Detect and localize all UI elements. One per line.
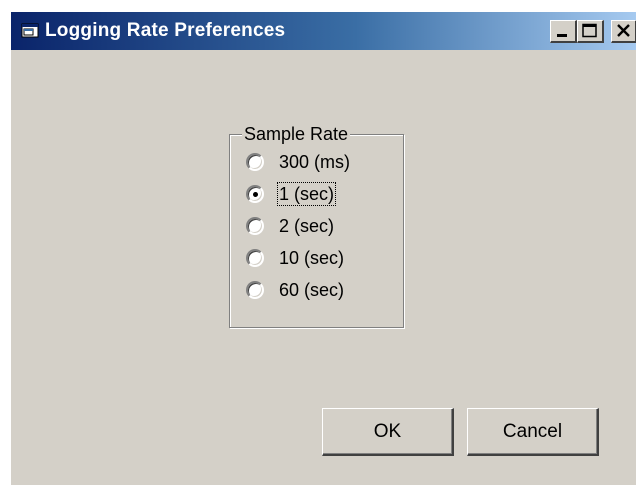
radio-button[interactable] [246, 281, 264, 299]
minimize-icon [557, 34, 567, 37]
window-title: Logging Rate Preferences [45, 20, 286, 41]
close-button[interactable] [611, 20, 636, 43]
cancel-button[interactable]: Cancel [467, 408, 599, 456]
radio-option-60sec[interactable]: 60 (sec) [246, 278, 396, 302]
radio-option-2sec[interactable]: 2 (sec) [246, 214, 396, 238]
app-window-icon [21, 23, 39, 38]
radio-selected-dot [253, 192, 258, 197]
radio-label[interactable]: 10 (sec) [279, 248, 344, 268]
sample-rate-group: Sample Rate 300 (ms) 1 (sec) 2 (sec) 10 … [229, 124, 404, 328]
radio-button-selected[interactable] [246, 185, 264, 203]
maximize-icon [582, 23, 597, 38]
radio-label[interactable]: 2 (sec) [279, 216, 334, 236]
close-icon [617, 24, 630, 37]
radio-option-10sec[interactable]: 10 (sec) [246, 246, 396, 270]
dialog-window: Logging Rate Preferences Sample Rate 300… [10, 11, 636, 485]
radio-button[interactable] [246, 153, 264, 171]
ok-button[interactable]: OK [322, 408, 454, 456]
title-bar[interactable]: Logging Rate Preferences [11, 12, 636, 50]
radio-option-300ms[interactable]: 300 (ms) [246, 150, 396, 174]
sample-rate-legend: Sample Rate [242, 124, 351, 144]
radio-option-1sec[interactable]: 1 (sec) [246, 182, 396, 206]
radio-label[interactable]: 60 (sec) [279, 280, 344, 300]
minimize-button[interactable] [550, 20, 577, 43]
radio-label[interactable]: 300 (ms) [279, 152, 350, 172]
radio-label[interactable]: 1 (sec) [276, 182, 337, 206]
radio-button[interactable] [246, 217, 264, 235]
maximize-button[interactable] [577, 20, 604, 43]
radio-button[interactable] [246, 249, 264, 267]
